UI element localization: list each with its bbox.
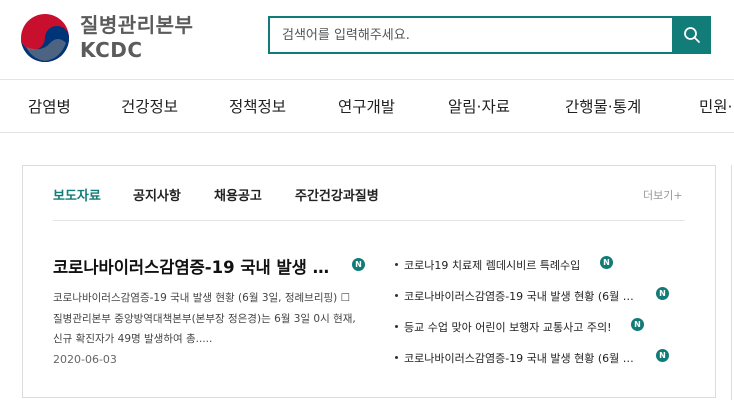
list-item-text: 코로나바이러스감염증-19 국내 발생 현황 (6월 … [404, 290, 634, 303]
search-input[interactable] [270, 18, 673, 52]
new-badge: N [631, 318, 644, 331]
summary-line: 신규 확진자가 49명 발생하여 총..... [53, 333, 213, 345]
brand-korean: 질병관리본부 [80, 13, 194, 37]
nav-item-health-info[interactable]: 건강정보 [121, 95, 178, 117]
tab-job-postings[interactable]: 채용공고 [214, 185, 262, 204]
list-item-text: 코로나바이러스감염증-19 국내 발생 현황 (6월 … [404, 352, 634, 365]
nav-item-publications-stats[interactable]: 간행물·통계 [565, 95, 641, 117]
search-icon [683, 27, 700, 43]
list-item-text: 코로나19 치료제 렘데시비르 특례수입 [404, 259, 581, 272]
site-header: 질병관리본부 KCDC [0, 0, 734, 80]
bullet-icon [395, 324, 398, 328]
new-badge: N [656, 349, 669, 362]
tab-press-releases[interactable]: 보도자료 [53, 185, 101, 204]
featured-title[interactable]: 코로나바이러스감염증-19 국내 발생 … [53, 254, 329, 278]
bullet-icon [395, 355, 398, 359]
new-badge: N [600, 256, 613, 269]
kcdc-logo-icon[interactable] [20, 13, 70, 63]
summary-line: 질병관리본부 중앙방역대책본부(본부장 정은경)는 6월 3일 0시 현재, [53, 312, 356, 325]
summary-line: 코로나바이러스감염증-19 국내 발생 현황 (6월 3일, 정례브리핑) ☐ [53, 292, 350, 304]
search-box [268, 16, 673, 54]
brand-name[interactable]: 질병관리본부 KCDC [80, 12, 193, 62]
bullet-icon [395, 262, 398, 266]
tabs-divider [53, 220, 685, 221]
new-badge: N [352, 258, 365, 271]
right-panel-edge [731, 165, 732, 400]
list-item-text: 등교 수업 맞아 어린이 보행자 교통사고 주의! [404, 321, 612, 334]
list-item[interactable]: 코로나19 치료제 렘데시비르 특례수입 [395, 257, 580, 273]
nav-item-policy-info[interactable]: 정책정보 [229, 95, 286, 117]
bullet-icon [395, 293, 398, 297]
nav-item-notice-data[interactable]: 알림·자료 [448, 95, 510, 117]
nav-divider [0, 132, 734, 133]
list-item[interactable]: 등교 수업 맞아 어린이 보행자 교통사고 주의! [395, 319, 612, 335]
nav-item-research[interactable]: 연구개발 [338, 95, 395, 117]
more-link[interactable]: 더보기+ [643, 187, 683, 203]
brand-english: KCDC [80, 38, 143, 62]
tab-notices[interactable]: 공지사항 [133, 185, 181, 204]
main-nav: 감염병 건강정보 정책정보 연구개발 알림·자료 간행물·통계 민원· [0, 80, 734, 132]
tab-weekly-health[interactable]: 주간건강과질병 [295, 185, 379, 204]
featured-date: 2020-06-03 [53, 353, 117, 366]
list-item[interactable]: 코로나바이러스감염증-19 국내 발생 현황 (6월 … [395, 288, 634, 304]
news-panel: 보도자료 공지사항 채용공고 주간건강과질병 더보기+ 코로나바이러스감염증-1… [22, 165, 716, 398]
list-item[interactable]: 코로나바이러스감염증-19 국내 발생 현황 (6월 … [395, 350, 634, 366]
nav-item-infectious-disease[interactable]: 감염병 [28, 95, 71, 117]
featured-summary[interactable]: 코로나바이러스감염증-19 국내 발생 현황 (6월 3일, 정례브리핑) ☐ … [53, 288, 373, 350]
nav-item-civil-complaints[interactable]: 민원· [699, 95, 732, 117]
new-badge: N [656, 287, 669, 300]
search-button[interactable] [672, 16, 711, 54]
